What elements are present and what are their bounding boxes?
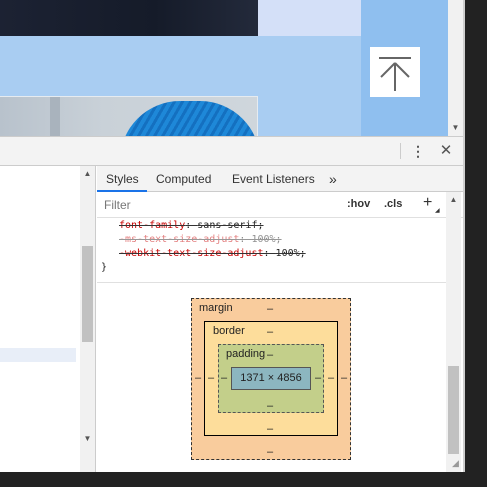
tab-styles[interactable]: Styles — [106, 166, 139, 192]
padding-right-value[interactable]: – — [315, 372, 321, 384]
rule-webkit-text-size-adjust[interactable]: -webkit-text-size-adjust: 100%; — [119, 247, 306, 261]
box-model-content[interactable]: 1371 × 4856 — [231, 367, 311, 390]
hero-banner — [258, 0, 361, 36]
styles-panel: Styles Computed Event Listeners » :hov .… — [97, 166, 463, 472]
scroll-up-icon[interactable]: ▲ — [446, 195, 461, 205]
border-left-value[interactable]: – — [208, 372, 214, 384]
more-options-icon[interactable]: ⋮ — [410, 141, 426, 161]
scrollbar-thumb[interactable] — [82, 246, 93, 342]
scroll-down-icon[interactable]: ▼ — [448, 122, 463, 134]
resize-grip-icon[interactable]: ◢ — [452, 458, 462, 468]
new-style-rule-icon[interactable]: + — [423, 194, 432, 212]
toolbar-divider — [400, 143, 401, 159]
margin-top-value[interactable]: – — [267, 303, 273, 315]
style-rules: font-family: sans-serif; -ms-text-size-a… — [97, 219, 446, 281]
border-right-value[interactable]: – — [328, 372, 334, 384]
hero-image — [0, 0, 258, 36]
back-to-top-button[interactable] — [370, 47, 420, 97]
margin-bottom-value[interactable]: – — [267, 446, 273, 458]
tab-computed[interactable]: Computed — [156, 166, 211, 192]
rule-font-family[interactable]: font-family: sans-serif; — [119, 219, 264, 233]
padding-left-value[interactable]: – — [221, 372, 227, 384]
scroll-up-icon[interactable]: ▲ — [80, 169, 95, 179]
border-label: border — [213, 325, 245, 337]
more-tabs-icon[interactable]: » — [329, 166, 337, 192]
scroll-down-icon[interactable]: ▼ — [80, 434, 95, 444]
filter-input[interactable] — [101, 195, 339, 214]
page-scrollbar[interactable]: ▼ — [448, 0, 463, 136]
elements-panel: ▲ ▼ — [0, 166, 96, 472]
page-viewport — [0, 0, 448, 136]
back-to-top-icon — [379, 57, 411, 91]
devtools-toolbar: ⋮ ✕ — [0, 137, 463, 166]
product-photo — [0, 96, 258, 136]
browser-window: ▼ ⋮ ✕ ▲ ▼ Styles Computed Event Listener… — [0, 0, 465, 472]
tab-event-listeners[interactable]: Event Listeners — [232, 166, 315, 192]
close-devtools-icon[interactable]: ✕ — [437, 141, 455, 161]
desktop-background — [465, 0, 487, 487]
styles-tabbar: Styles Computed Event Listeners » — [97, 166, 463, 192]
margin-right-value[interactable]: – — [341, 372, 347, 384]
elements-scrollbar[interactable]: ▲ ▼ — [80, 166, 95, 472]
rule-closing-brace: } — [101, 262, 108, 273]
new-rule-menu-icon[interactable]: ◢ — [435, 207, 440, 214]
hover-state-toggle[interactable]: :hov — [347, 198, 370, 210]
styles-scrollbar[interactable]: ▲ — [446, 192, 461, 472]
desktop-background-bottom — [0, 472, 487, 487]
class-toggle[interactable]: .cls — [384, 198, 402, 210]
scrollbar-thumb[interactable] — [448, 366, 459, 454]
rules-divider — [97, 282, 446, 283]
border-bottom-value[interactable]: – — [267, 423, 273, 435]
margin-label: margin — [199, 302, 233, 314]
border-top-value[interactable]: – — [267, 326, 273, 338]
filter-bar: :hov .cls + ◢ — [97, 192, 463, 218]
selected-node-row[interactable] — [0, 348, 76, 362]
padding-bottom-value[interactable]: – — [267, 400, 273, 412]
padding-label: padding — [226, 348, 266, 360]
devtools-panel: ⋮ ✕ ▲ ▼ Styles Computed Event Listeners … — [0, 136, 463, 472]
rule-ms-text-size-adjust[interactable]: -ms-text-size-adjust: 100%; — [119, 233, 282, 247]
margin-left-value[interactable]: – — [195, 372, 201, 384]
padding-top-value[interactable]: – — [267, 349, 273, 361]
